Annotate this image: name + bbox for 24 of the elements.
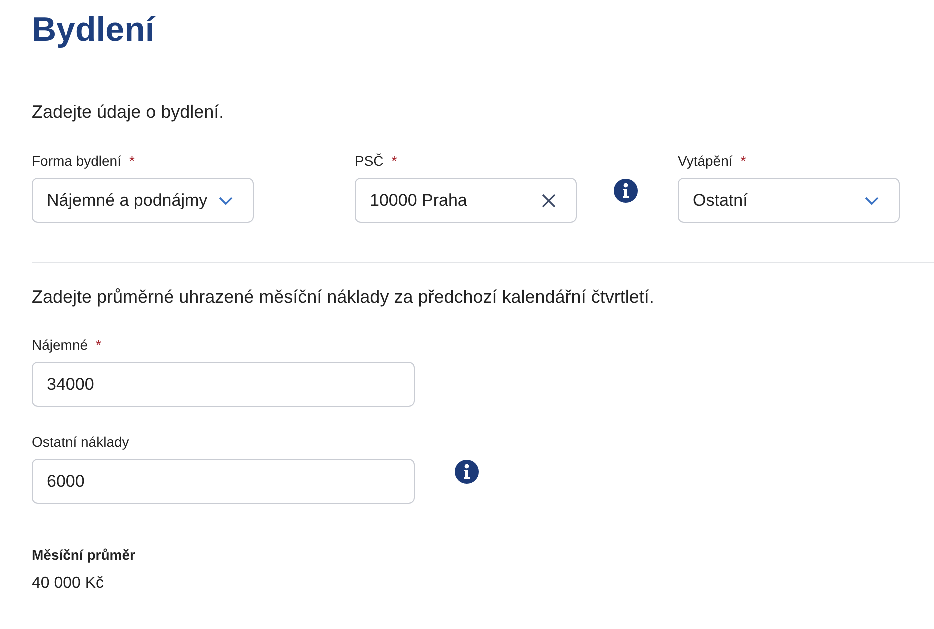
chevron-down-icon [865,196,879,204]
summary-label: Měsíční průměr [32,546,136,564]
required-mark: * [129,152,135,170]
summary-value: 40 000 Kč [32,574,106,594]
input-field[interactable]: 10000 Praha [355,178,577,223]
select-field[interactable]: Ostatní [678,178,900,223]
field-label: Nájemné [32,336,88,354]
section-intro: Zadejte údaje o bydlení. [32,101,226,124]
select-field[interactable]: Nájemné a podnájmy [32,178,254,223]
info-icon[interactable] [614,179,638,203]
field-label: PSČ [355,152,384,170]
input-field[interactable]: 34000 [32,362,415,407]
required-mark: * [96,336,102,354]
close-icon[interactable] [542,194,556,208]
page-title: Bydlení [32,10,157,51]
field-label: Vytápění [678,152,733,170]
field-label: Forma bydlení [32,152,122,170]
section-intro: Zadejte průměrné uhrazené měsíční náklady za předchozí kalendářní čtvrtletí. [32,286,656,309]
chevron-down-icon [219,196,233,204]
info-icon[interactable] [455,460,479,484]
required-mark: * [740,152,746,170]
input-field[interactable]: 6000 [32,459,415,504]
required-mark: * [392,152,398,170]
field-label: Ostatní náklady [32,433,130,451]
